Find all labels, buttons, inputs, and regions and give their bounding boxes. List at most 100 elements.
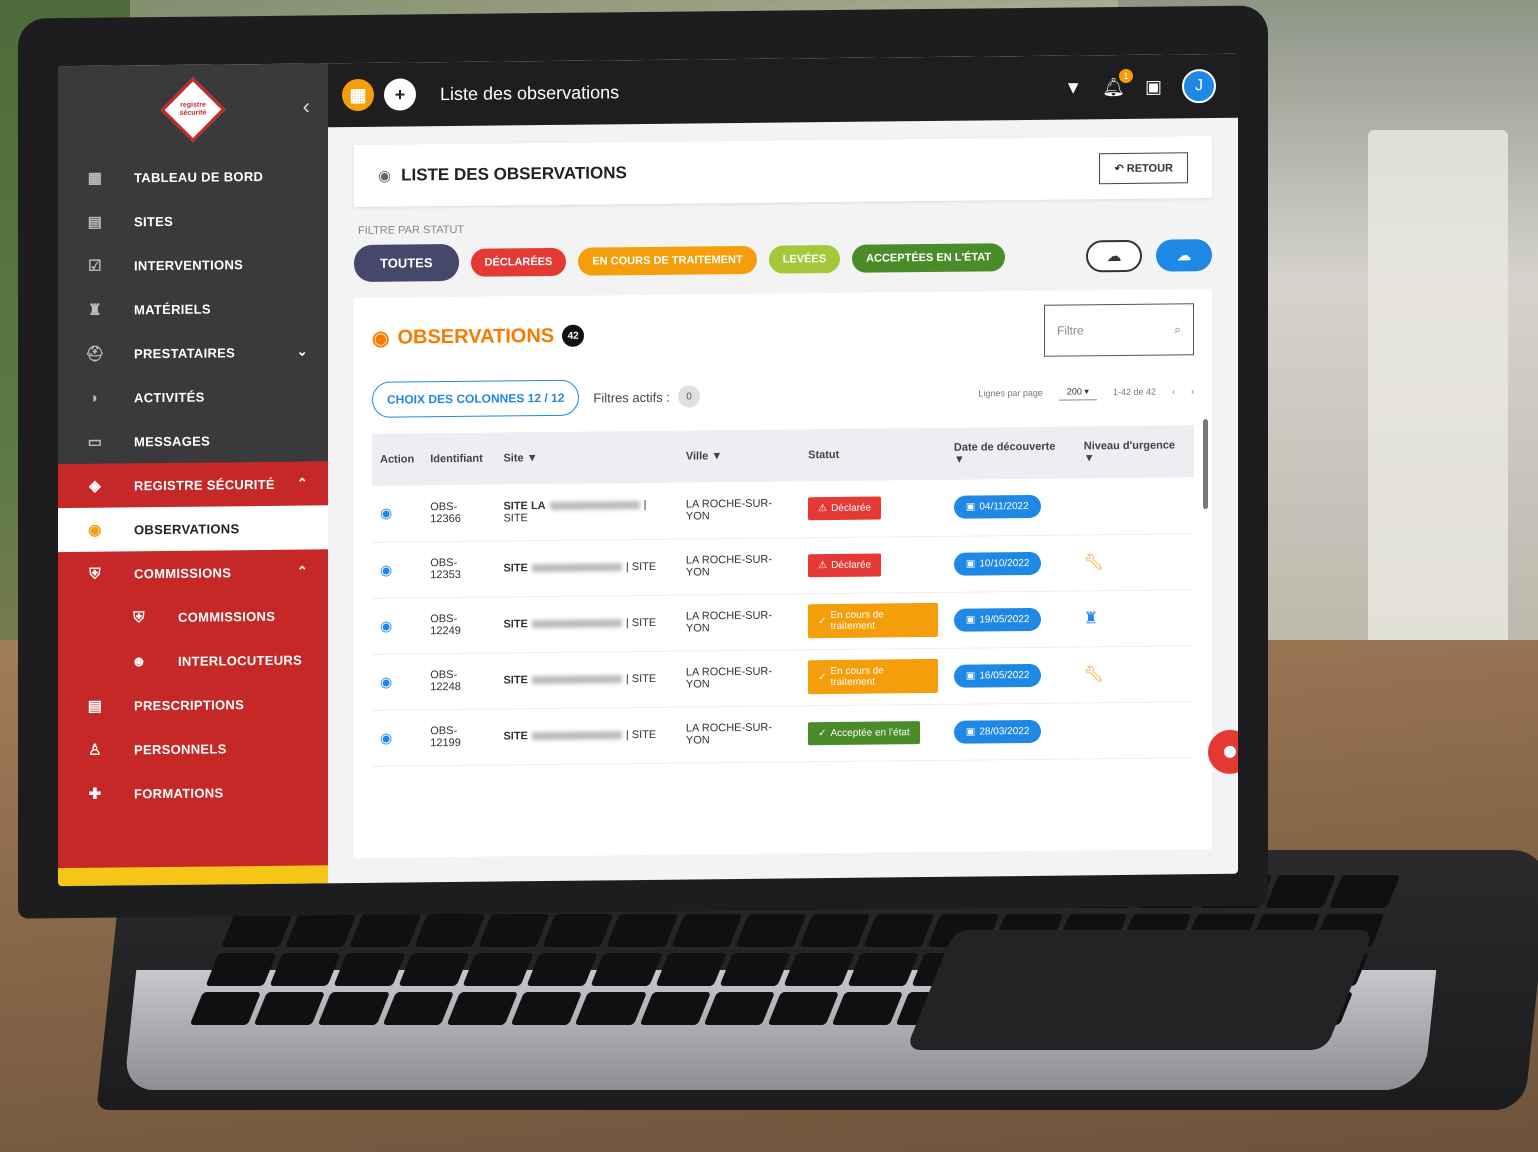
sidebar-item-prescriptions[interactable]: ▤ PRESCRIPTIONS <box>58 681 328 728</box>
sidebar-item-messages[interactable]: ▭ MESSAGES <box>58 417 328 464</box>
chip-declarees[interactable]: DÉCLARÉES <box>470 247 567 277</box>
cell-ville: LA ROCHE-SUR-YON <box>677 537 801 595</box>
status-label: Déclarée <box>831 502 872 515</box>
apps-grid-icon[interactable]: ▦ <box>342 78 374 112</box>
chevron-right-icon[interactable]: › <box>1191 386 1194 396</box>
col-ville[interactable]: Ville ▼ <box>677 429 801 483</box>
chevron-left-icon[interactable]: ‹ <box>303 93 310 119</box>
col-date[interactable]: Date de découverte ▼ <box>945 426 1076 480</box>
notifications-button[interactable]: 🔔︎ 1 <box>1102 68 1133 97</box>
sidebar-item-label: REGISTRE SÉCURITÉ <box>134 476 275 493</box>
sidebar-item-tableau-de-bord[interactable]: ▦ TABLEAU DE BORD <box>58 153 328 200</box>
col-urgence[interactable]: Niveau d'urgence ▼ <box>1075 425 1194 479</box>
date-label: 28/03/2022 <box>979 725 1030 737</box>
date-label: 16/05/2022 <box>979 669 1030 681</box>
background-window <box>1368 130 1508 650</box>
col-site[interactable]: Site ▼ <box>495 430 678 485</box>
sidebar-item-commissions[interactable]: ⛨ COMMISSIONS ⌃ <box>58 549 328 596</box>
chip-en-cours[interactable]: EN COURS DE TRAITEMENT <box>578 245 757 276</box>
sidebar-item-sites[interactable]: ▤ SITES <box>58 197 328 244</box>
sidebar-item-personnels[interactable]: ♙ PERSONNELS <box>58 725 328 772</box>
sidebar-item-materiels[interactable]: ♜ MATÉRIELS <box>58 285 328 332</box>
keyboard-key <box>734 914 807 947</box>
sidebar-item-formations[interactable]: ✚ FORMATIONS <box>58 769 328 816</box>
sidebar-item-interventions[interactable]: ☑ INTERVENTIONS <box>58 241 328 288</box>
keyboard-key <box>847 953 920 986</box>
cell-site: SITE | SITE <box>495 650 678 709</box>
cell-site: SITE | SITE <box>495 538 678 597</box>
keyboard-key <box>333 953 406 986</box>
sidebar-logo-area: registre sécurité ‹ <box>58 63 328 156</box>
cloud-upload-button[interactable]: ☁︎ <box>1086 239 1142 272</box>
chevron-left-icon[interactable]: ‹ <box>1172 386 1175 396</box>
cell-statut: ⚠ Déclarée <box>800 535 946 594</box>
filter-icon[interactable]: ▼ <box>711 450 722 462</box>
sidebar-item-label: ACTIVITÉS <box>134 389 205 405</box>
columns-choice-button[interactable]: CHOIX DES COLONNES 12 / 12 <box>372 379 580 418</box>
table-row[interactable]: ◉ OBS-12199 SITE | SITE LA ROCHE-SUR-YON ✓ Acc… <box>372 701 1194 766</box>
keyboard-key <box>542 914 614 947</box>
site-label: SITE <box>503 730 528 743</box>
site-redacted <box>531 675 622 685</box>
eye-icon: ◉ <box>378 167 392 185</box>
scrollbar[interactable] <box>1203 419 1208 510</box>
view-eye-icon[interactable]: ◉ <box>380 617 392 633</box>
view-eye-icon[interactable]: ◉ <box>380 561 392 577</box>
logo-text: registre sécurité <box>179 101 207 117</box>
table-row[interactable]: ◉ OBS-12249 SITE | SITE LA ROCHE-SUR-YON ✓ En … <box>372 589 1194 654</box>
sidebar-item-label: SITES <box>134 213 174 229</box>
sidebar-item-sub-commissions[interactable]: ⛨ COMMISSIONS <box>58 593 328 640</box>
cell-identifiant: OBS-12366 <box>422 484 496 542</box>
site-suffix: | SITE <box>625 616 657 630</box>
sidebar-item-activites[interactable]: ◗ ACTIVITÉS <box>58 373 328 420</box>
view-eye-icon[interactable]: ◉ <box>380 729 392 745</box>
observations-title-label: OBSERVATIONS <box>397 324 555 349</box>
table-row[interactable]: ◉ OBS-12353 SITE | SITE LA ROCHE-SUR-YON ⚠ Déc… <box>372 533 1194 598</box>
sidebar-item-observations[interactable]: ◉ OBSERVATIONS <box>58 505 328 553</box>
cloud-download-button[interactable]: ☁︎ <box>1156 238 1212 272</box>
keyboard-key <box>269 953 342 986</box>
col-identifiant[interactable]: Identifiant <box>422 432 496 486</box>
sidebar-item-interlocuteurs[interactable]: ☻ INTERLOCUTEURS <box>58 637 328 684</box>
keyboard-key <box>398 953 470 986</box>
sidebar-item-prestataires[interactable]: ⛑ PRESTATAIRES ⌄ <box>58 329 328 376</box>
col-statut[interactable]: Statut <box>800 427 946 482</box>
table-row[interactable]: ◉ OBS-12248 SITE | SITE LA ROCHE-SUR-YON ✓ En … <box>372 645 1194 710</box>
filter-field[interactable]: Filtre ⌕ <box>1044 303 1194 357</box>
site-suffix: | SITE <box>625 672 657 686</box>
keyboard-key <box>863 914 935 947</box>
observations-table: Action Identifiant Site ▼ Ville ▼ Statut… <box>372 425 1194 766</box>
extinguisher-icon: ♜ <box>88 301 102 319</box>
cell-identifiant: OBS-12353 <box>422 540 496 598</box>
eye-icon: ◉ <box>372 327 390 350</box>
filter-icon[interactable]: ▼ <box>954 454 965 466</box>
chevron-up-icon[interactable]: ⌃ <box>297 476 308 492</box>
view-eye-icon[interactable]: ◉ <box>380 505 392 521</box>
retour-button[interactable]: ↶ RETOUR <box>1099 151 1188 184</box>
table-row[interactable]: ◉ OBS-12366 SITE LA | SITE LA ROCHE-SUR-YON ⚠… <box>372 477 1194 542</box>
site-label: SITE LA <box>503 499 546 513</box>
filter-icon[interactable]: ▼ <box>1064 77 1082 98</box>
sidebar-item-registre-securite[interactable]: ◈ REGISTRE SÉCURITÉ ⌃ <box>58 461 328 509</box>
cell-statut: ✓ En cours de traitement <box>800 591 946 650</box>
chip-acceptees[interactable]: ACCEPTÉES EN L'ÉTAT <box>852 242 1006 273</box>
add-button[interactable]: + <box>384 78 416 111</box>
cell-site: SITE | SITE <box>495 706 678 765</box>
keyboard-key <box>1264 875 1337 908</box>
site-label: SITE <box>503 618 528 631</box>
filter-icon[interactable]: ▼ <box>1084 452 1095 464</box>
cell-statut: ✓ En cours de traitement <box>800 647 946 706</box>
chevron-down-icon[interactable]: ⌄ <box>297 344 308 360</box>
topbar-title: Liste des observations <box>440 81 620 104</box>
chevron-up-icon[interactable]: ⌃ <box>297 564 308 580</box>
view-eye-icon[interactable]: ◉ <box>380 673 392 689</box>
keyboard-key <box>510 992 583 1025</box>
filter-icon[interactable]: ▼ <box>527 452 538 464</box>
app-logo[interactable]: registre sécurité <box>160 77 226 143</box>
chip-toutes[interactable]: TOUTES <box>354 243 459 283</box>
topbar: ▦ + Liste des observations ▼ 🔔︎ 1 ▣ J <box>328 53 1238 128</box>
chip-levees[interactable]: LEVÉES <box>768 244 841 274</box>
avatar[interactable]: J <box>1182 68 1216 104</box>
calendar-icon[interactable]: ▣ <box>1145 76 1162 97</box>
rows-per-page-select[interactable]: 200 ▾ <box>1058 384 1097 401</box>
